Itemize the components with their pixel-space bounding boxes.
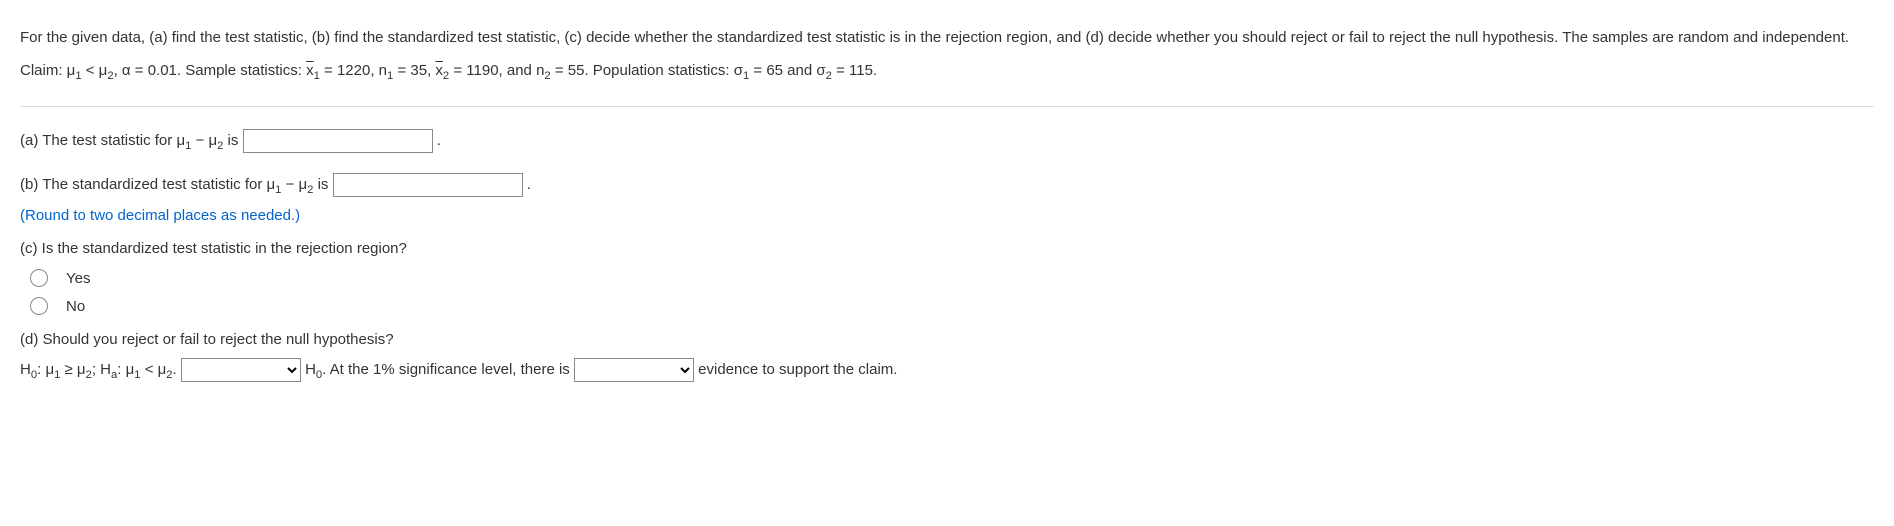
part-c-option-no[interactable]: No (30, 297, 1874, 315)
part-a: (a) The test statistic for μ1 − μ2 is . (20, 129, 1874, 153)
part-c-question: (c) Is the standardized test statistic i… (20, 240, 1874, 257)
claim-text: Claim: μ1 < μ2, α = 0.01. Sample statist… (20, 60, 1874, 85)
problem-statement: For the given data, (a) find the test st… (20, 10, 1874, 106)
part-d-select-1[interactable] (181, 358, 301, 382)
part-d-select-2[interactable] (574, 358, 694, 382)
part-b-hint: (Round to two decimal places as needed.) (20, 207, 1874, 224)
radio-icon (30, 297, 48, 315)
part-d-question: (d) Should you reject or fail to reject … (20, 331, 1874, 348)
option-label: No (66, 298, 85, 315)
part-c-options: Yes No (20, 269, 1874, 315)
period: . (437, 132, 441, 149)
part-c-option-yes[interactable]: Yes (30, 269, 1874, 287)
radio-icon (30, 269, 48, 287)
option-label: Yes (66, 270, 90, 287)
part-b: (b) The standardized test statistic for … (20, 173, 1874, 197)
part-d-answer: H0: μ1 ≥ μ2; Ha: μ1 < μ2. H0. At the 1% … (20, 358, 1874, 382)
period: . (527, 176, 531, 193)
part-a-input[interactable] (243, 129, 433, 153)
part-b-input[interactable] (333, 173, 523, 197)
answer-section: (a) The test statistic for μ1 − μ2 is . … (20, 106, 1874, 404)
intro-text: For the given data, (a) find the test st… (20, 27, 1874, 50)
